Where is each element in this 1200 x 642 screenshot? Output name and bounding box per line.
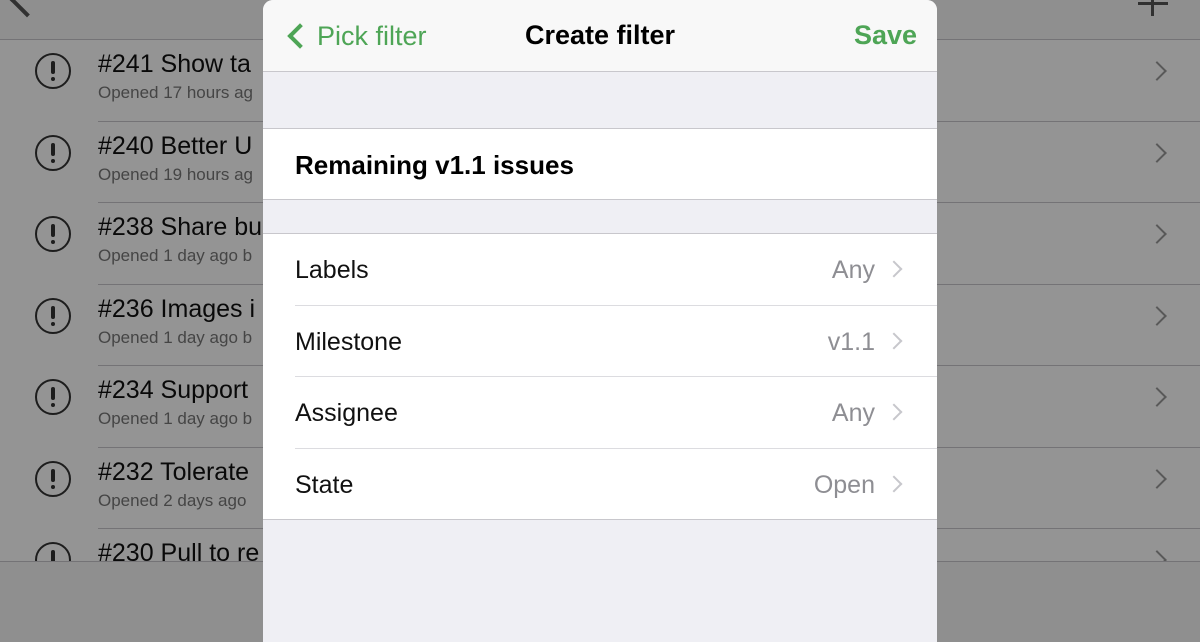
option-state[interactable]: State Open <box>263 449 937 521</box>
filter-name-field[interactable]: Remaining v1.1 issues <box>263 128 937 200</box>
option-assignee[interactable]: Assignee Any <box>263 377 937 449</box>
chevron-right-icon <box>885 260 903 278</box>
option-value: Any <box>831 256 875 284</box>
save-button[interactable]: Save <box>854 20 917 51</box>
option-label: State <box>295 470 354 499</box>
modal-navbar: Pick filter Create filter Save <box>263 0 937 72</box>
chevron-right-icon <box>885 475 903 492</box>
chevron-right-icon <box>885 332 903 349</box>
option-value: Any <box>831 399 875 427</box>
option-label: Labels <box>295 256 369 284</box>
option-milestone[interactable]: Milestone v1.1 <box>263 306 937 377</box>
filter-name-text: Remaining v1.1 issues <box>295 150 574 180</box>
option-value: v1.1 <box>827 327 875 356</box>
chevron-right-icon <box>885 403 903 421</box>
option-label: Milestone <box>295 327 402 356</box>
create-filter-modal: Pick filter Create filter Save Remaining… <box>263 0 937 642</box>
modal-title: Create filter <box>524 20 676 50</box>
option-value: Open <box>813 470 875 499</box>
option-label: Assignee <box>295 399 398 427</box>
option-labels[interactable]: Labels Any <box>263 234 937 306</box>
filter-options-list: Labels Any Milestone v1.1 Assignee Any S… <box>263 233 937 520</box>
